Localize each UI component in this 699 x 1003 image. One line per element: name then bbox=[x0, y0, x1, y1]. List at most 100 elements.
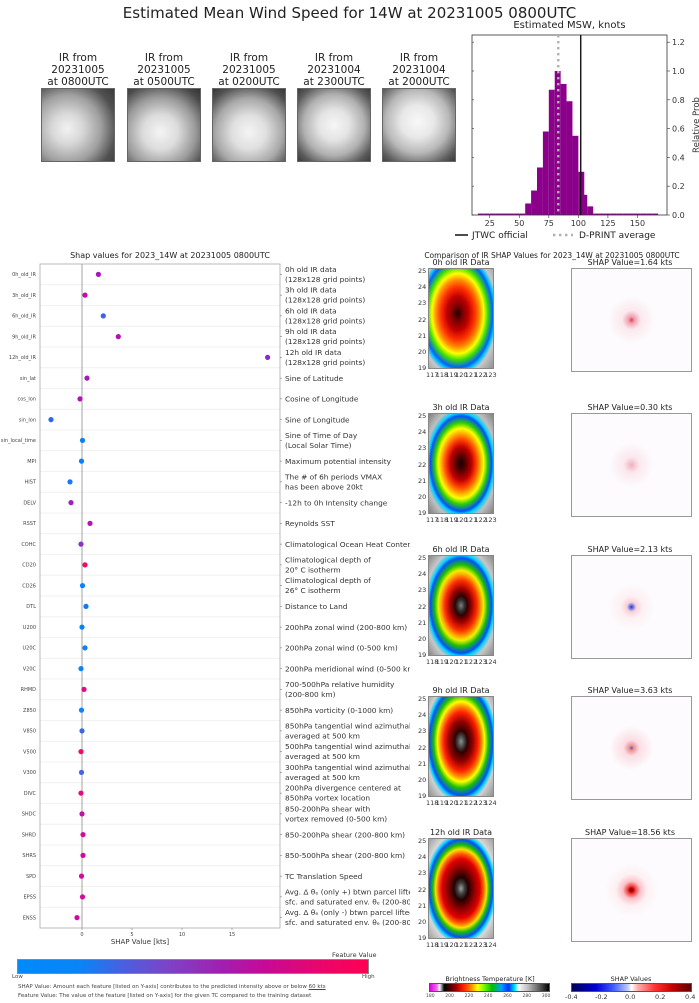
feature-description: (128x128 grid points) bbox=[285, 275, 365, 284]
feature-code-label: SPD bbox=[26, 874, 36, 880]
histogram-bar bbox=[566, 101, 573, 215]
shap-point bbox=[68, 500, 74, 506]
feature-description: 6h old IR data bbox=[285, 306, 337, 315]
y-tick-label: 0.2 bbox=[672, 182, 685, 191]
latitude-tick-label: 22 bbox=[418, 315, 427, 324]
shap-colorbar bbox=[571, 983, 692, 992]
ir-thumbnail-image bbox=[212, 88, 286, 162]
histogram-bar bbox=[560, 83, 567, 216]
feature-code-label: RHMD bbox=[21, 687, 37, 693]
bt-tick-label: 220 bbox=[464, 994, 474, 999]
feature-description: 850hPa vortex location bbox=[285, 794, 370, 803]
shap-point bbox=[74, 915, 80, 921]
latitude-tick-label: 20 bbox=[418, 776, 427, 784]
shap-point bbox=[79, 894, 86, 900]
latitude-tick-label: 22 bbox=[418, 602, 427, 611]
histogram-bar bbox=[572, 135, 579, 215]
shap-cb-tick-label: 0.4 bbox=[685, 993, 696, 1001]
caption-line: 20231005 bbox=[222, 64, 276, 76]
x-tick-label: 100 bbox=[571, 219, 586, 228]
shap-point bbox=[79, 583, 86, 589]
ir-thumbnail-caption: IR from 20231005 at 0500UTC bbox=[124, 52, 204, 88]
shap-point bbox=[80, 832, 86, 838]
ir-shap-map bbox=[571, 838, 692, 942]
ir-thumbnail-caption: IR from 20231005 at 0800UTC bbox=[38, 52, 118, 88]
feature-code-label: ENSS bbox=[23, 915, 36, 921]
latitude-tick-label: 24 bbox=[418, 711, 427, 720]
feature-code-label: sin_local_time bbox=[1, 438, 36, 444]
caption-line: at 0200UTC bbox=[218, 76, 280, 88]
caption-line: 20231004 bbox=[307, 64, 361, 76]
latitude-tick-label: 21 bbox=[418, 618, 427, 627]
shap-cb-tick-label: 0.2 bbox=[655, 993, 666, 1001]
shap-panel-title: SHAP Value=0.30 kts bbox=[587, 403, 673, 412]
shap-point bbox=[95, 271, 101, 277]
shap-panel-title: SHAP Value=3.63 kts bbox=[587, 686, 673, 695]
feature-code-label: CD20 bbox=[22, 563, 36, 569]
latitude-tick-label: 24 bbox=[418, 283, 427, 292]
feature-description: has been above 20kt bbox=[285, 482, 363, 491]
feature-description: Sine of Longitude bbox=[285, 415, 350, 424]
caption-line: IR from bbox=[229, 52, 269, 64]
feature-code-label: sin_lat bbox=[20, 376, 36, 382]
shap-cb-tick-label: 0.0 bbox=[625, 993, 636, 1001]
feature-code-label: 9h_old_IR bbox=[12, 334, 36, 340]
shap-point bbox=[78, 707, 85, 713]
shap-point bbox=[79, 437, 86, 443]
longitude-tick-label: 124 bbox=[484, 799, 497, 807]
feature-code-label: U20C bbox=[22, 646, 36, 652]
shap-feature-chart: Shap values for 2023_14W at 20231005 080… bbox=[1, 251, 410, 946]
feature-description: Avg. Δ θₑ (only +) btwn parcel lifted fr… bbox=[285, 887, 410, 896]
histogram-bar bbox=[531, 190, 537, 215]
feature-description: TC Translation Speed bbox=[284, 872, 363, 881]
feature-description: Avg. Δ θₑ (only -) btwn parcel lifted fr… bbox=[285, 908, 410, 917]
feature-description: Sine of Time of Day bbox=[285, 431, 358, 440]
x-tick-label: 150 bbox=[630, 219, 645, 228]
ir-thumbnail-caption: IR from 20231004 at 2300UTC bbox=[294, 52, 374, 88]
y-tick-label: 1.2 bbox=[672, 38, 685, 47]
ir-thumbnail-caption: IR from 20231004 at 2000UTC bbox=[379, 52, 459, 88]
ir-thumbnail-image bbox=[41, 88, 115, 162]
footnote-feature-value: Feature Value: The value of the feature … bbox=[18, 993, 312, 999]
y-tick-label: 0.0 bbox=[672, 211, 685, 220]
ir-panel-title: 9h old IR Data bbox=[432, 686, 490, 695]
shap-colorbar-label: SHAP Values bbox=[610, 975, 652, 983]
feature-description: 12h old IR data bbox=[285, 348, 341, 357]
shap-point bbox=[87, 520, 93, 526]
ir-panel-title: 6h old IR Data bbox=[432, 545, 490, 554]
caption-line: 20231004 bbox=[392, 64, 446, 76]
ir-shap-map bbox=[571, 555, 692, 659]
colorbar-low-label: Low bbox=[12, 974, 23, 980]
x-tick-label: 75 bbox=[544, 219, 554, 228]
bt-tick-label: 300 bbox=[541, 994, 551, 999]
feature-description: 500hPa tangential wind azimuthally bbox=[285, 742, 410, 751]
latitude-tick-label: 22 bbox=[418, 743, 427, 752]
feature-description: 26° C isotherm bbox=[285, 586, 341, 595]
shap-point bbox=[81, 686, 87, 692]
ir-brightness-map bbox=[428, 268, 494, 369]
ir-thumbnail-image bbox=[127, 88, 201, 162]
latitude-tick-label: 23 bbox=[418, 869, 427, 878]
shap-point bbox=[78, 873, 85, 879]
bt-tick-label: 240 bbox=[483, 994, 493, 999]
shap-point bbox=[78, 541, 84, 547]
feature-code-label: RSST bbox=[23, 521, 37, 527]
ir-shap-map bbox=[571, 696, 692, 800]
feature-code-label: V300 bbox=[23, 770, 36, 776]
feature-description: vortex removed (0-500 km) bbox=[285, 814, 387, 823]
feature-code-label: 3h_old_IR bbox=[12, 293, 36, 299]
feature-description: Distance to Land bbox=[285, 602, 348, 611]
shap-point bbox=[79, 624, 85, 630]
feature-code-label: HIST bbox=[25, 480, 37, 486]
feature-description: 200hPa zonal wind (0-500 km) bbox=[285, 644, 398, 653]
feature-description: -12h to 0h Intensity change bbox=[285, 498, 388, 507]
feature-code-label: COHC bbox=[21, 542, 36, 548]
feature-description: (200-800 km) bbox=[285, 690, 336, 699]
caption-line: IR from bbox=[314, 52, 354, 64]
feature-code-label: EPSS bbox=[23, 895, 36, 901]
ir-shap-map bbox=[571, 413, 692, 517]
histogram-bar bbox=[581, 194, 588, 215]
feature-description: Climatological Ocean Heat Content bbox=[285, 540, 410, 549]
y-axis-label: Relative Prob bbox=[692, 97, 699, 153]
legend-jtwc-label: JTWC official bbox=[471, 231, 528, 241]
